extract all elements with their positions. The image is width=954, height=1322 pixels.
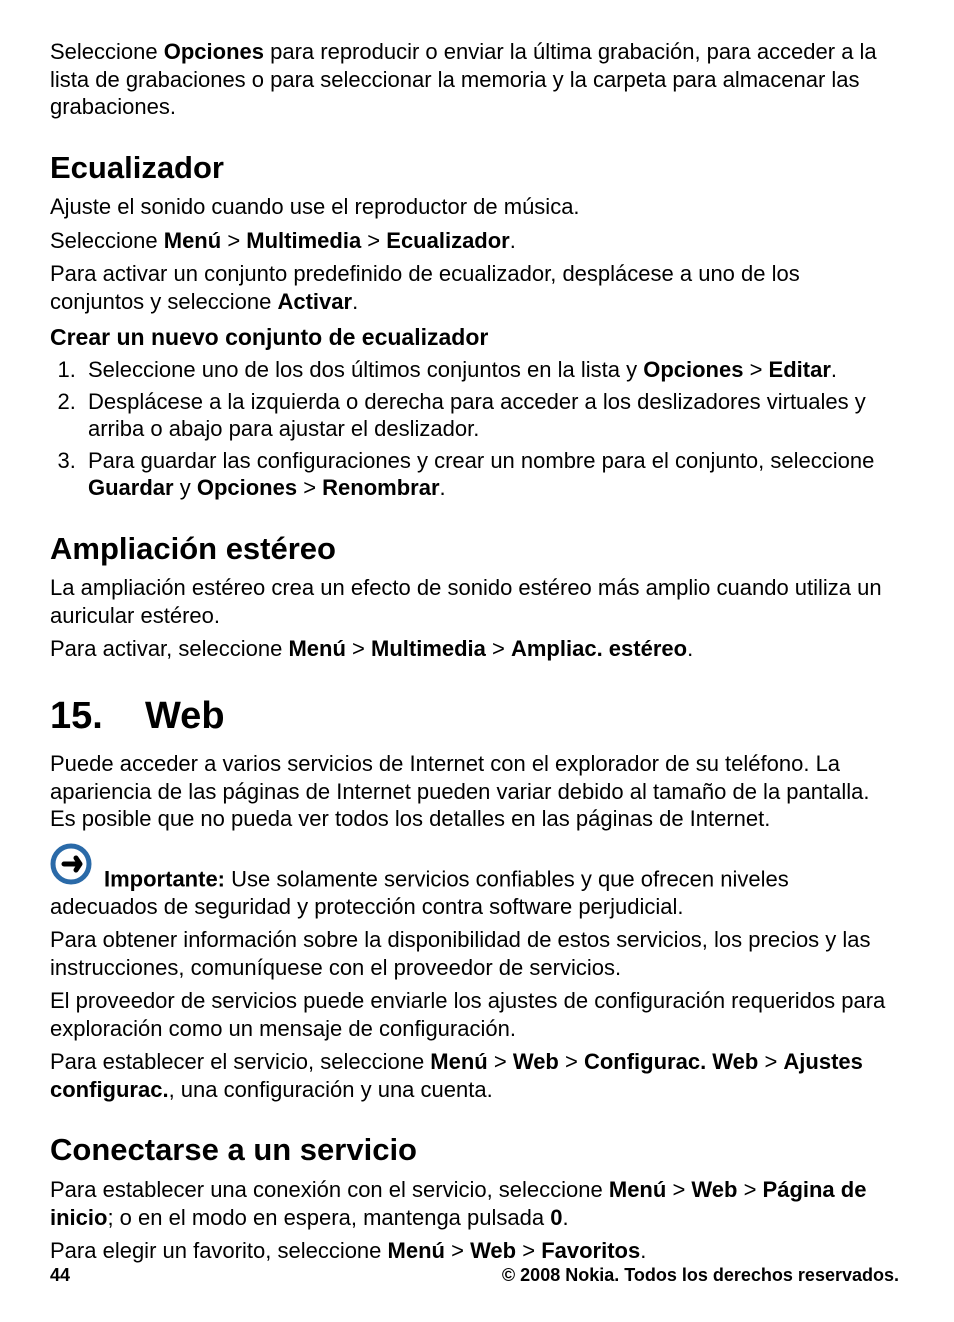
heading-connect: Conectarse a un servicio	[50, 1131, 899, 1170]
eq-paragraph-1: Ajuste el sonido cuando use el reproduct…	[50, 193, 899, 221]
stereo-paragraph-2: Para activar, seleccione Menú > Multimed…	[50, 635, 899, 663]
list-item: Desplácese a la izquierda o derecha para…	[82, 388, 899, 443]
list-item: Seleccione uno de los dos últimos conjun…	[82, 356, 899, 384]
web-paragraph-3: El proveedor de servicios puede enviarle…	[50, 987, 899, 1042]
page-footer: 44 © 2008 Nokia. Todos los derechos rese…	[50, 1264, 899, 1287]
connect-paragraph-2: Para elegir un favorito, seleccione Menú…	[50, 1237, 899, 1265]
eq-paragraph-2: Seleccione Menú > Multimedia > Ecualizad…	[50, 227, 899, 255]
heading-ecualizador: Ecualizador	[50, 149, 899, 188]
important-note: Importante: Use solamente servicios conf…	[50, 843, 899, 921]
eq-paragraph-3: Para activar un conjunto predefinido de …	[50, 260, 899, 315]
web-paragraph-1: Puede acceder a varios servicios de Inte…	[50, 750, 899, 833]
heading-stereo: Ampliación estéreo	[50, 530, 899, 569]
copyright-text: © 2008 Nokia. Todos los derechos reserva…	[502, 1264, 899, 1287]
web-paragraph-4: Para establecer el servicio, seleccione …	[50, 1048, 899, 1103]
stereo-paragraph-1: La ampliación estéreo crea un efecto de …	[50, 574, 899, 629]
chapter-heading-web: 15.Web	[50, 693, 899, 741]
eq-new-list: Seleccione uno de los dos últimos conjun…	[50, 356, 899, 502]
connect-paragraph-1: Para establecer una conexión con el serv…	[50, 1176, 899, 1231]
heading-eq-new: Crear un nuevo conjunto de ecualizador	[50, 323, 899, 352]
web-paragraph-2: Para obtener información sobre la dispon…	[50, 926, 899, 981]
important-icon	[50, 843, 98, 892]
paragraph-opciones: Seleccione Opciones para reproducir o en…	[50, 38, 899, 121]
page-number: 44	[50, 1264, 70, 1287]
list-item: Para guardar las configuraciones y crear…	[82, 447, 899, 502]
